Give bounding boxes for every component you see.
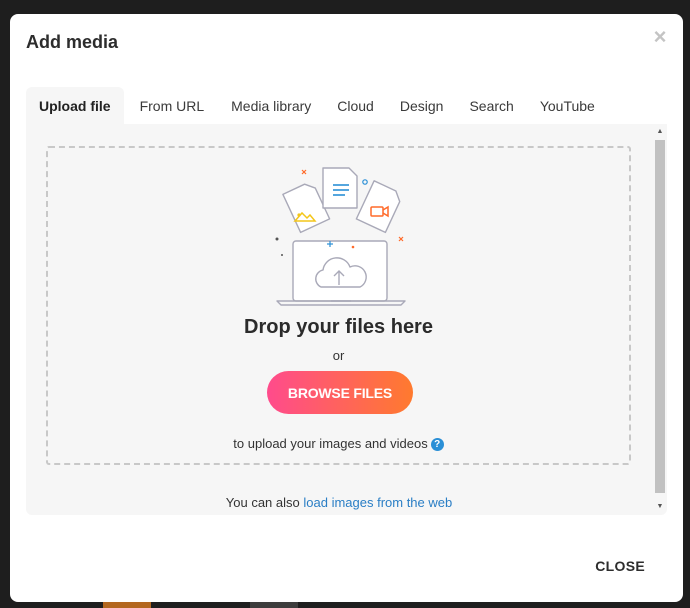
backdrop-strip — [103, 602, 151, 608]
add-media-dialog: Add media × Upload file From URL Media l… — [10, 14, 683, 602]
tab-youtube[interactable]: YouTube — [527, 87, 608, 125]
close-button[interactable]: CLOSE — [595, 558, 645, 574]
media-tabs: Upload file From URL Media library Cloud… — [26, 87, 608, 125]
file-dropzone[interactable]: Drop your files here or BROWSE FILES to … — [46, 146, 631, 465]
dialog-title: Add media — [26, 32, 119, 52]
load-from-web-link[interactable]: load images from the web — [303, 495, 452, 510]
browse-files-button[interactable]: BROWSE FILES — [267, 371, 413, 414]
tab-cloud[interactable]: Cloud — [324, 87, 387, 125]
load-from-web-prefix: You can also — [225, 495, 300, 510]
or-label: or — [332, 348, 345, 363]
backdrop-strip — [250, 602, 298, 608]
upload-hint-text: to upload your images and videos — [233, 436, 428, 451]
scroll-down-icon[interactable]: ▼ — [654, 501, 666, 513]
upload-illustration-icon — [275, 167, 406, 306]
tab-from-url[interactable]: From URL — [124, 87, 219, 125]
upload-panel: Drop your files here or BROWSE FILES to … — [26, 124, 667, 515]
drop-heading: Drop your files here — [244, 316, 433, 338]
tab-design[interactable]: Design — [387, 87, 457, 125]
load-from-web-note: You can also load images from the web — [26, 495, 652, 510]
close-icon[interactable]: × — [652, 26, 668, 48]
upload-hint: to upload your images and videos? — [48, 436, 629, 451]
tab-media-library[interactable]: Media library — [218, 87, 324, 125]
scrollbar-thumb[interactable] — [655, 140, 665, 493]
scroll-up-icon[interactable]: ▲ — [654, 126, 666, 138]
panel-scrollbar[interactable]: ▲ ▼ — [654, 126, 666, 513]
tab-search[interactable]: Search — [456, 87, 526, 125]
tab-upload-file[interactable]: Upload file — [26, 87, 124, 125]
question-icon[interactable]: ? — [430, 438, 444, 451]
